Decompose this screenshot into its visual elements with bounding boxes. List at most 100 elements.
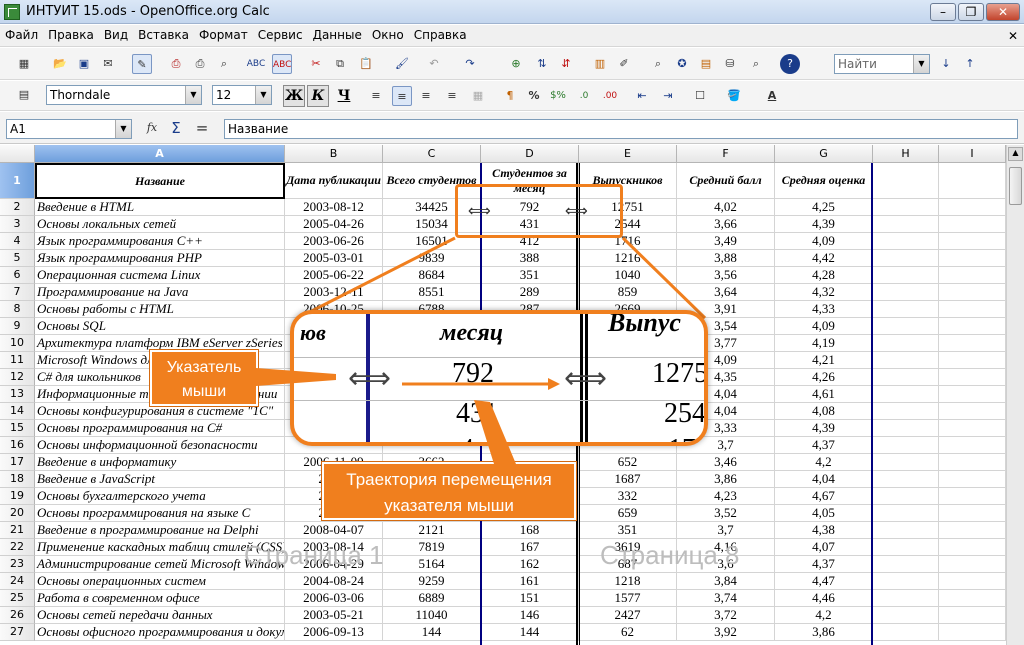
- cell-graduates[interactable]: 652: [579, 454, 677, 471]
- cell-graduates[interactable]: 1040: [579, 267, 677, 284]
- cell-name[interactable]: Основы операционных систем: [35, 573, 285, 590]
- cell-avg-score[interactable]: 3,72: [677, 607, 775, 624]
- cell-graduates[interactable]: 1687: [579, 471, 677, 488]
- cell-date[interactable]: 2004-08-24: [285, 573, 383, 590]
- cell-avg-grade[interactable]: 4,2: [775, 454, 873, 471]
- menu-view[interactable]: Вид: [99, 25, 133, 42]
- cell-name[interactable]: Основы локальных сетей: [35, 216, 285, 233]
- empty-cell[interactable]: [873, 607, 939, 624]
- cell-graduates[interactable]: 351: [579, 522, 677, 539]
- email-icon[interactable]: ✉: [98, 54, 118, 74]
- function-wizard-icon[interactable]: fx: [142, 118, 162, 138]
- cell-date[interactable]: 2005-06-22: [285, 267, 383, 284]
- row-header[interactable]: 21: [0, 522, 35, 539]
- column-header-h[interactable]: H: [873, 145, 939, 163]
- cell-avg-grade[interactable]: 4,37: [775, 437, 873, 454]
- cell-total[interactable]: 9839: [383, 250, 481, 267]
- cell-name[interactable]: Введение в JavaScript: [35, 471, 285, 488]
- undo-icon[interactable]: ↶: [424, 54, 444, 74]
- row-header[interactable]: 26: [0, 607, 35, 624]
- cell-name[interactable]: Введение в информатику: [35, 454, 285, 471]
- row-header[interactable]: 12: [0, 369, 35, 386]
- cell-name[interactable]: Основы бухгалтерского учета: [35, 488, 285, 505]
- name-box[interactable]: A1 ▼: [6, 119, 132, 139]
- borders-icon[interactable]: ☐: [690, 86, 710, 106]
- font-name-select[interactable]: Thorndale ▼: [46, 85, 202, 105]
- empty-cell[interactable]: [873, 522, 939, 539]
- row-header[interactable]: 11: [0, 352, 35, 369]
- cell-avg-score[interactable]: 3,92: [677, 624, 775, 641]
- scroll-thumb[interactable]: [1009, 167, 1022, 205]
- empty-cell[interactable]: [873, 301, 939, 318]
- cell-name[interactable]: Язык программирования C++: [35, 233, 285, 250]
- cell-avg-grade[interactable]: 4,07: [775, 539, 873, 556]
- empty-cell[interactable]: [873, 284, 939, 301]
- row-header[interactable]: 18: [0, 471, 35, 488]
- empty-cell[interactable]: [939, 267, 1006, 284]
- cell-graduates[interactable]: 1577: [579, 590, 677, 607]
- empty-cell[interactable]: [873, 199, 939, 216]
- align-right-icon[interactable]: ≡: [416, 86, 436, 106]
- empty-cell[interactable]: [939, 454, 1006, 471]
- minimize-button[interactable]: –: [930, 3, 956, 21]
- empty-cell[interactable]: [939, 471, 1006, 488]
- row-header[interactable]: 10: [0, 335, 35, 352]
- cell-avg-grade[interactable]: 4,42: [775, 250, 873, 267]
- cell-total[interactable]: 8684: [383, 267, 481, 284]
- empty-cell[interactable]: [873, 352, 939, 369]
- cell-month[interactable]: 289: [481, 284, 579, 301]
- cell-name[interactable]: Основы сетей передачи данных: [35, 607, 285, 624]
- empty-cell[interactable]: [873, 590, 939, 607]
- column-header-e[interactable]: E: [579, 145, 677, 163]
- select-all-corner[interactable]: [0, 145, 35, 163]
- print-icon[interactable]: ⎙: [190, 54, 210, 74]
- cell-month[interactable]: 168: [481, 522, 579, 539]
- empty-cell[interactable]: [873, 386, 939, 403]
- function-icon[interactable]: =: [192, 118, 212, 138]
- formula-input[interactable]: Название: [224, 119, 1018, 139]
- cell-date[interactable]: 2006-09-13: [285, 624, 383, 641]
- row-header[interactable]: 2: [0, 199, 35, 216]
- cell-month[interactable]: 161: [481, 573, 579, 590]
- open-icon[interactable]: 📂: [50, 54, 70, 74]
- header-cell-avg-grade[interactable]: Средняя оценка: [775, 163, 873, 199]
- empty-cell[interactable]: [939, 352, 1006, 369]
- cell-avg-score[interactable]: 3,46: [677, 454, 775, 471]
- copy-icon[interactable]: ⧉: [330, 54, 350, 74]
- delete-decimal-icon[interactable]: .00: [600, 86, 620, 106]
- background-color-icon[interactable]: 🪣: [724, 86, 744, 106]
- cell-avg-grade[interactable]: 4,09: [775, 318, 873, 335]
- cell-avg-score[interactable]: 3,86: [677, 471, 775, 488]
- empty-cell[interactable]: [873, 437, 939, 454]
- empty-cell[interactable]: [873, 505, 939, 522]
- cell-name[interactable]: Основы SQL: [35, 318, 285, 335]
- header-cell-name[interactable]: Название: [35, 163, 285, 199]
- cell-month[interactable]: 162: [481, 556, 579, 573]
- cell-name[interactable]: Основы программирования на языке C: [35, 505, 285, 522]
- navigator-icon[interactable]: ✪: [672, 54, 692, 74]
- cell-date[interactable]: 2005-03-01: [285, 250, 383, 267]
- empty-cell[interactable]: [939, 590, 1006, 607]
- cell-date[interactable]: 2003-08-12: [285, 199, 383, 216]
- empty-cell[interactable]: [873, 624, 939, 641]
- header-cell-date[interactable]: Дата публикации: [285, 163, 383, 199]
- clone-formatting-icon[interactable]: 🖌: [392, 54, 412, 74]
- column-header-f[interactable]: F: [677, 145, 775, 163]
- merge-cells-icon[interactable]: ▦: [468, 86, 488, 106]
- zoom-icon[interactable]: ⌕: [746, 54, 766, 74]
- chevron-down-icon[interactable]: ▼: [913, 55, 929, 73]
- cell-total[interactable]: 2121: [383, 522, 481, 539]
- styles-icon[interactable]: ▤: [14, 85, 34, 105]
- find-input[interactable]: Найти ▼: [834, 54, 930, 74]
- empty-cell[interactable]: [939, 250, 1006, 267]
- page-preview-icon[interactable]: ⌕: [214, 54, 234, 74]
- cell-avg-grade[interactable]: 4,26: [775, 369, 873, 386]
- cell-name[interactable]: Основы офисного программирования и докум…: [35, 624, 285, 641]
- row-header[interactable]: 23: [0, 556, 35, 573]
- chart-icon[interactable]: ▥: [590, 54, 610, 74]
- text-direction-icon[interactable]: ¶: [500, 86, 520, 106]
- column-header-c[interactable]: C: [383, 145, 481, 163]
- empty-cell[interactable]: [939, 624, 1006, 641]
- cell-avg-grade[interactable]: 3,86: [775, 624, 873, 641]
- cell-avg-score[interactable]: 3,7: [677, 522, 775, 539]
